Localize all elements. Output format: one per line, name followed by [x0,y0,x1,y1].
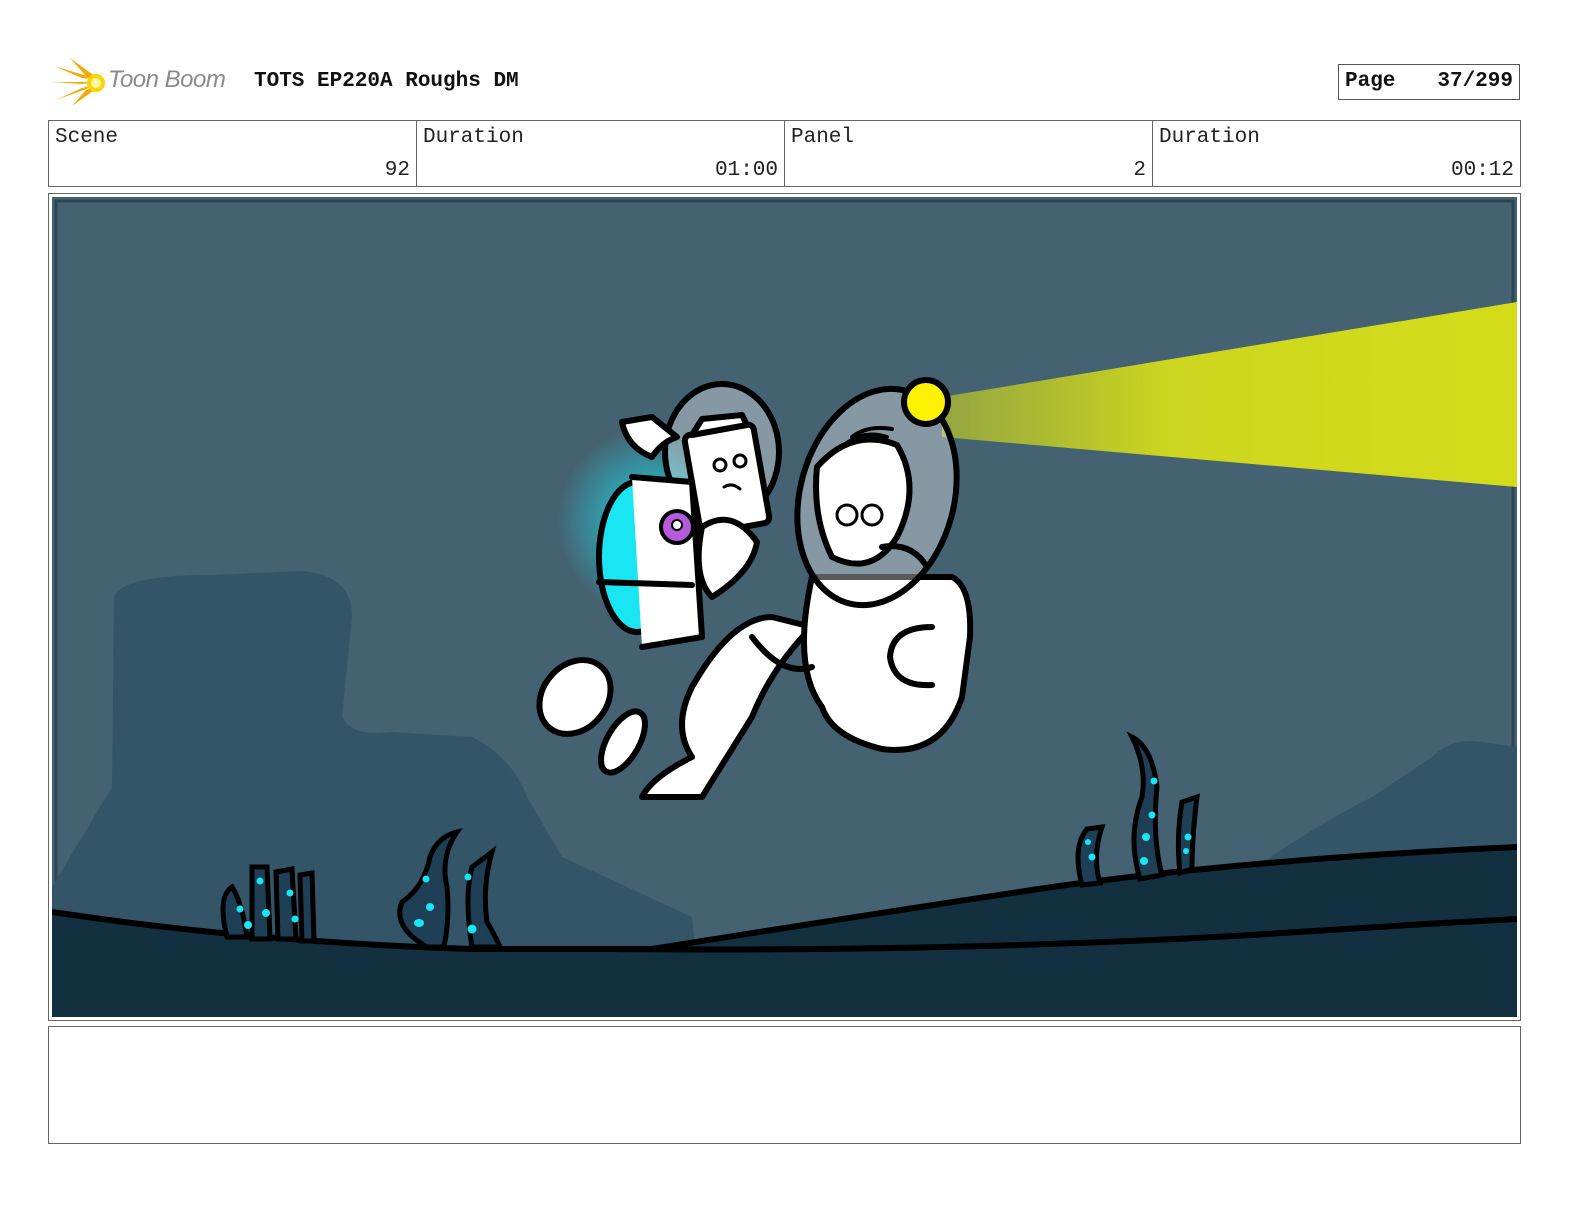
scene-label: Scene [55,126,119,149]
panel-label: Panel [791,126,855,149]
panel-duration-label: Duration [1159,126,1260,149]
toon-boom-logo: Toon Boom [52,58,242,106]
scene-info-table: Scene 92 Duration 01:00 Panel 2 Duration… [48,120,1521,187]
panel-notes-box [48,1026,1521,1144]
panel-cell: Panel 2 [785,121,1153,186]
scene-duration-cell: Duration 01:00 [417,121,785,186]
logo-text: Toon Boom [108,66,226,93]
starburst-icon [52,58,105,106]
panel-number: 2 [1133,159,1146,182]
page-number: 37/299 [1437,70,1513,93]
scene-number: 92 [384,159,410,182]
page-indicator: Page 37/299 [1338,64,1520,100]
headlamp [901,377,951,427]
scene-cell: Scene 92 [49,121,417,186]
page-label: Page [1345,70,1396,93]
panel-duration-value: 00:12 [1450,159,1514,182]
panel-duration-cell: Duration 00:12 [1153,121,1520,186]
storyboard-panel [48,193,1521,1021]
storyboard-header: Toon Boom TOTS EP220A Roughs DM Page 37/… [48,58,1538,108]
scene-duration-value: 01:00 [714,159,778,182]
document-title: TOTS EP220A Roughs DM [254,70,519,93]
panel-drawing [52,197,1517,1017]
scene-duration-label: Duration [423,126,524,149]
